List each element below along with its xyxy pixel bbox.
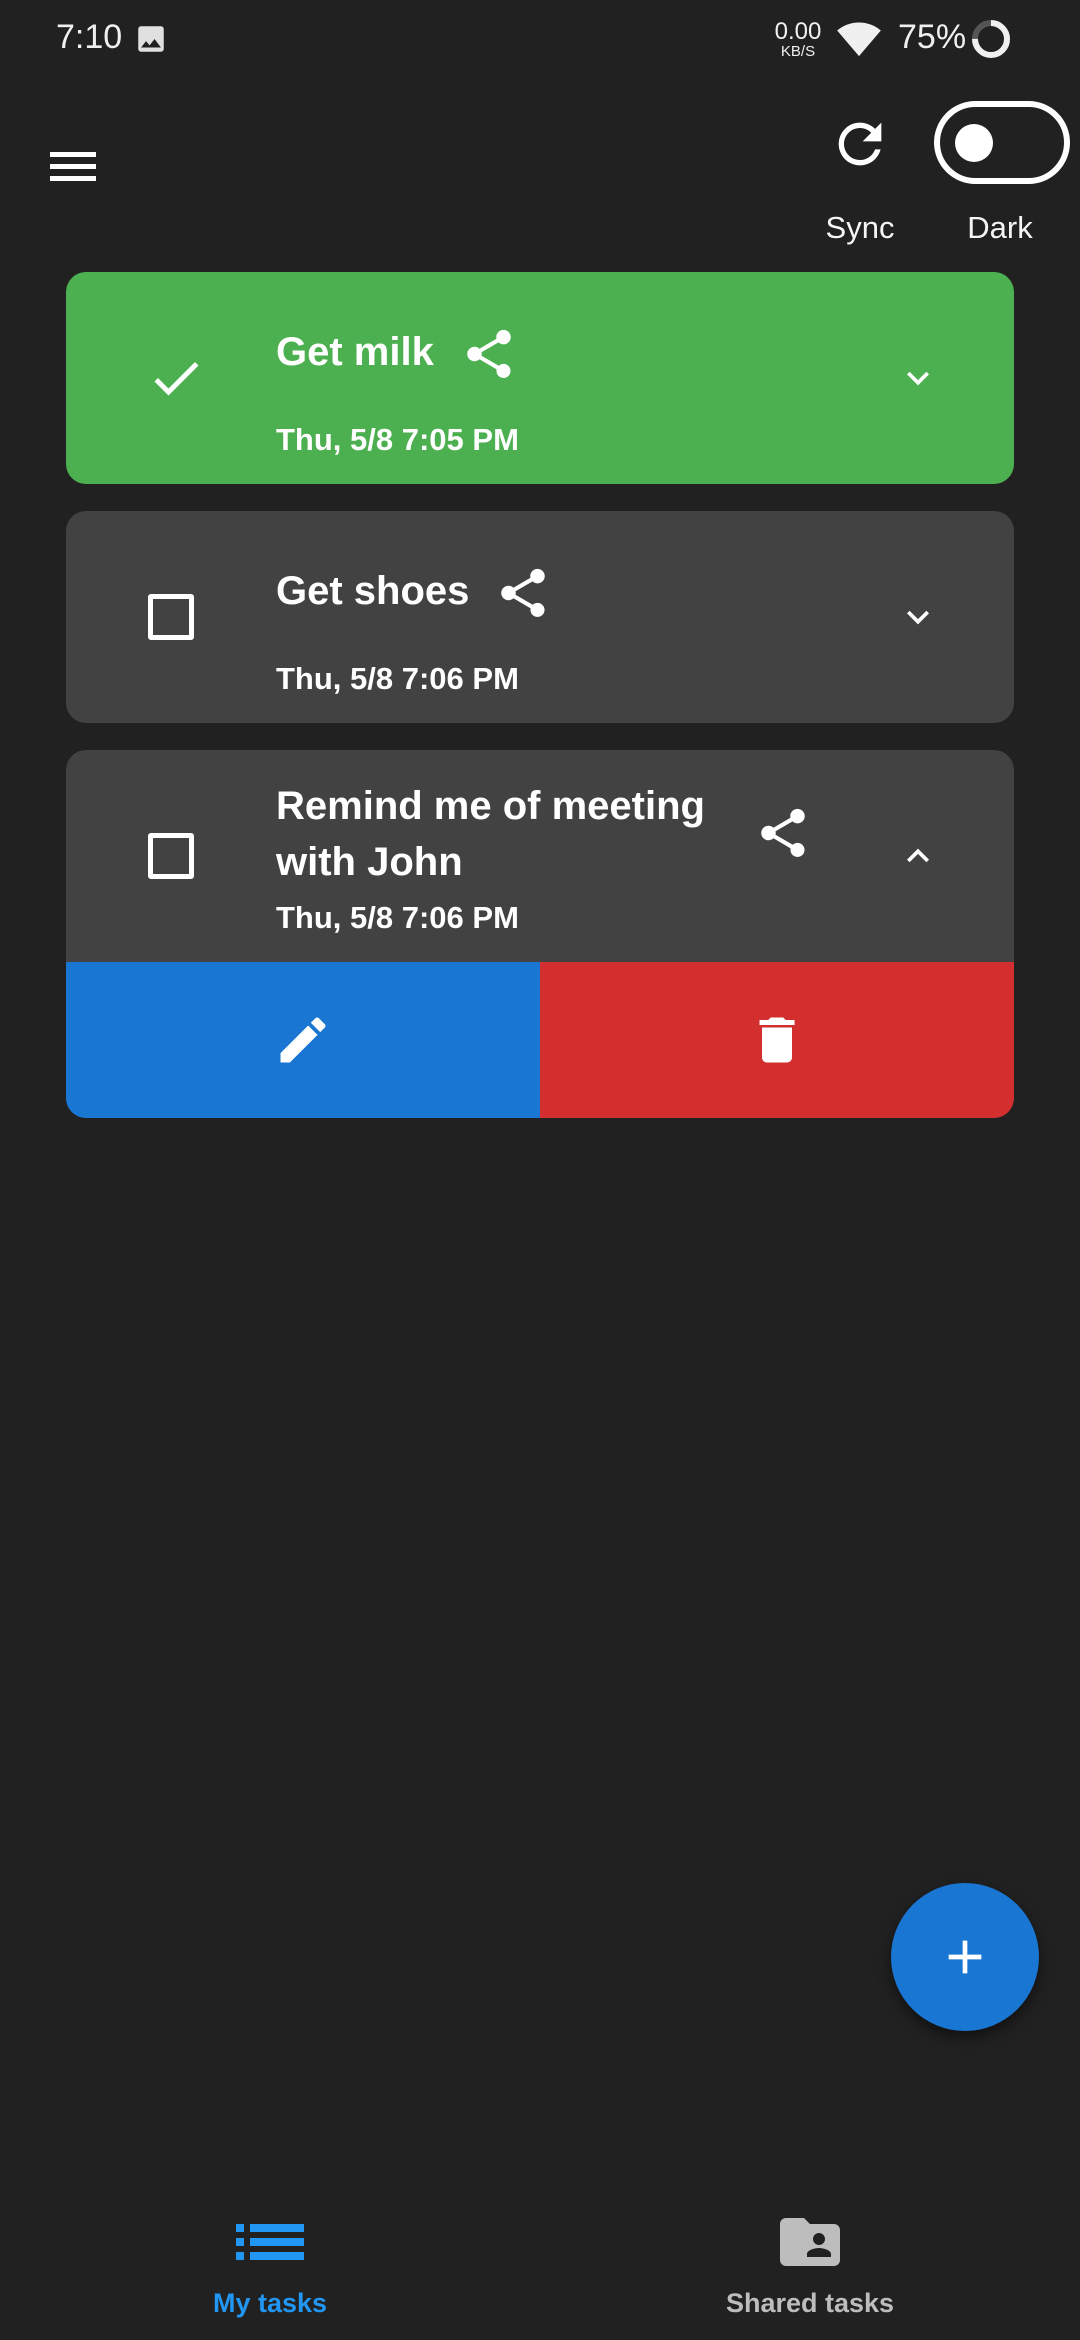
battery-percentage: 75% — [898, 18, 967, 56]
task-title: Get milk — [276, 330, 434, 374]
chevron-up-icon[interactable] — [896, 834, 940, 878]
battery-icon — [972, 20, 1010, 58]
add-task-button[interactable] — [891, 1883, 1039, 2031]
screen: 7:10 0.00 KB/S 75% Sync Dark Get milk Th… — [0, 0, 1080, 2340]
menu-icon[interactable] — [44, 144, 102, 188]
task-title: Remind me of meeting with John — [276, 784, 705, 884]
shared-folder-icon — [780, 2218, 840, 2266]
network-speed: 0.00 KB/S — [770, 18, 826, 60]
nav-my-tasks[interactable]: My tasks — [120, 2180, 420, 2340]
delete-button[interactable] — [540, 962, 1014, 1118]
task-date: Thu, 5/8 7:06 PM — [276, 900, 519, 935]
nav-shared-tasks[interactable]: Shared tasks — [660, 2180, 960, 2340]
task-checkbox[interactable] — [148, 833, 194, 879]
share-icon[interactable] — [460, 325, 518, 383]
task-card[interactable]: Get shoes Thu, 5/8 7:06 PM — [66, 511, 1014, 723]
nav-shared-tasks-label: Shared tasks — [725, 2288, 895, 2318]
check-icon[interactable] — [146, 348, 206, 408]
task-row: Get shoes Thu, 5/8 7:06 PM — [66, 511, 1014, 723]
edit-button[interactable] — [66, 962, 540, 1118]
network-speed-value: 0.00 — [774, 18, 822, 45]
task-date: Thu, 5/8 7:05 PM — [276, 422, 519, 457]
task-row: Get milk Thu, 5/8 7:05 PM — [66, 272, 1014, 484]
chevron-down-icon[interactable] — [896, 356, 940, 400]
share-icon[interactable] — [754, 804, 812, 862]
network-speed-unit: KB/S — [780, 43, 816, 60]
list-icon — [236, 2224, 304, 2260]
sync-label: Sync — [825, 210, 895, 245]
toggle-knob — [955, 124, 993, 162]
task-title: Get shoes — [276, 569, 470, 613]
task-card[interactable]: Remind me of meeting with John Thu, 5/8 … — [66, 750, 1014, 1118]
chevron-down-icon[interactable] — [896, 595, 940, 639]
bottom-navigation: My tasks Shared tasks — [0, 2180, 1080, 2340]
status-time: 7:10 — [56, 18, 123, 56]
image-notification-icon — [138, 26, 164, 52]
share-icon[interactable] — [494, 564, 552, 622]
task-checkbox[interactable] — [148, 594, 194, 640]
add-icon — [948, 1940, 982, 1974]
dark-mode-toggle[interactable] — [934, 101, 1070, 184]
sync-icon[interactable] — [828, 112, 892, 176]
task-row: Remind me of meeting with John Thu, 5/8 … — [66, 750, 1014, 962]
task-date: Thu, 5/8 7:06 PM — [276, 661, 519, 696]
nav-my-tasks-label: My tasks — [212, 2288, 328, 2318]
dark-label: Dark — [967, 210, 1033, 245]
wifi-icon — [837, 22, 881, 57]
edit-icon — [280, 1017, 326, 1063]
task-card[interactable]: Get milk Thu, 5/8 7:05 PM — [66, 272, 1014, 484]
task-actions — [66, 962, 1014, 1118]
status-bar: 7:10 0.00 KB/S 75% — [0, 0, 1080, 80]
delete-icon — [759, 1017, 795, 1063]
